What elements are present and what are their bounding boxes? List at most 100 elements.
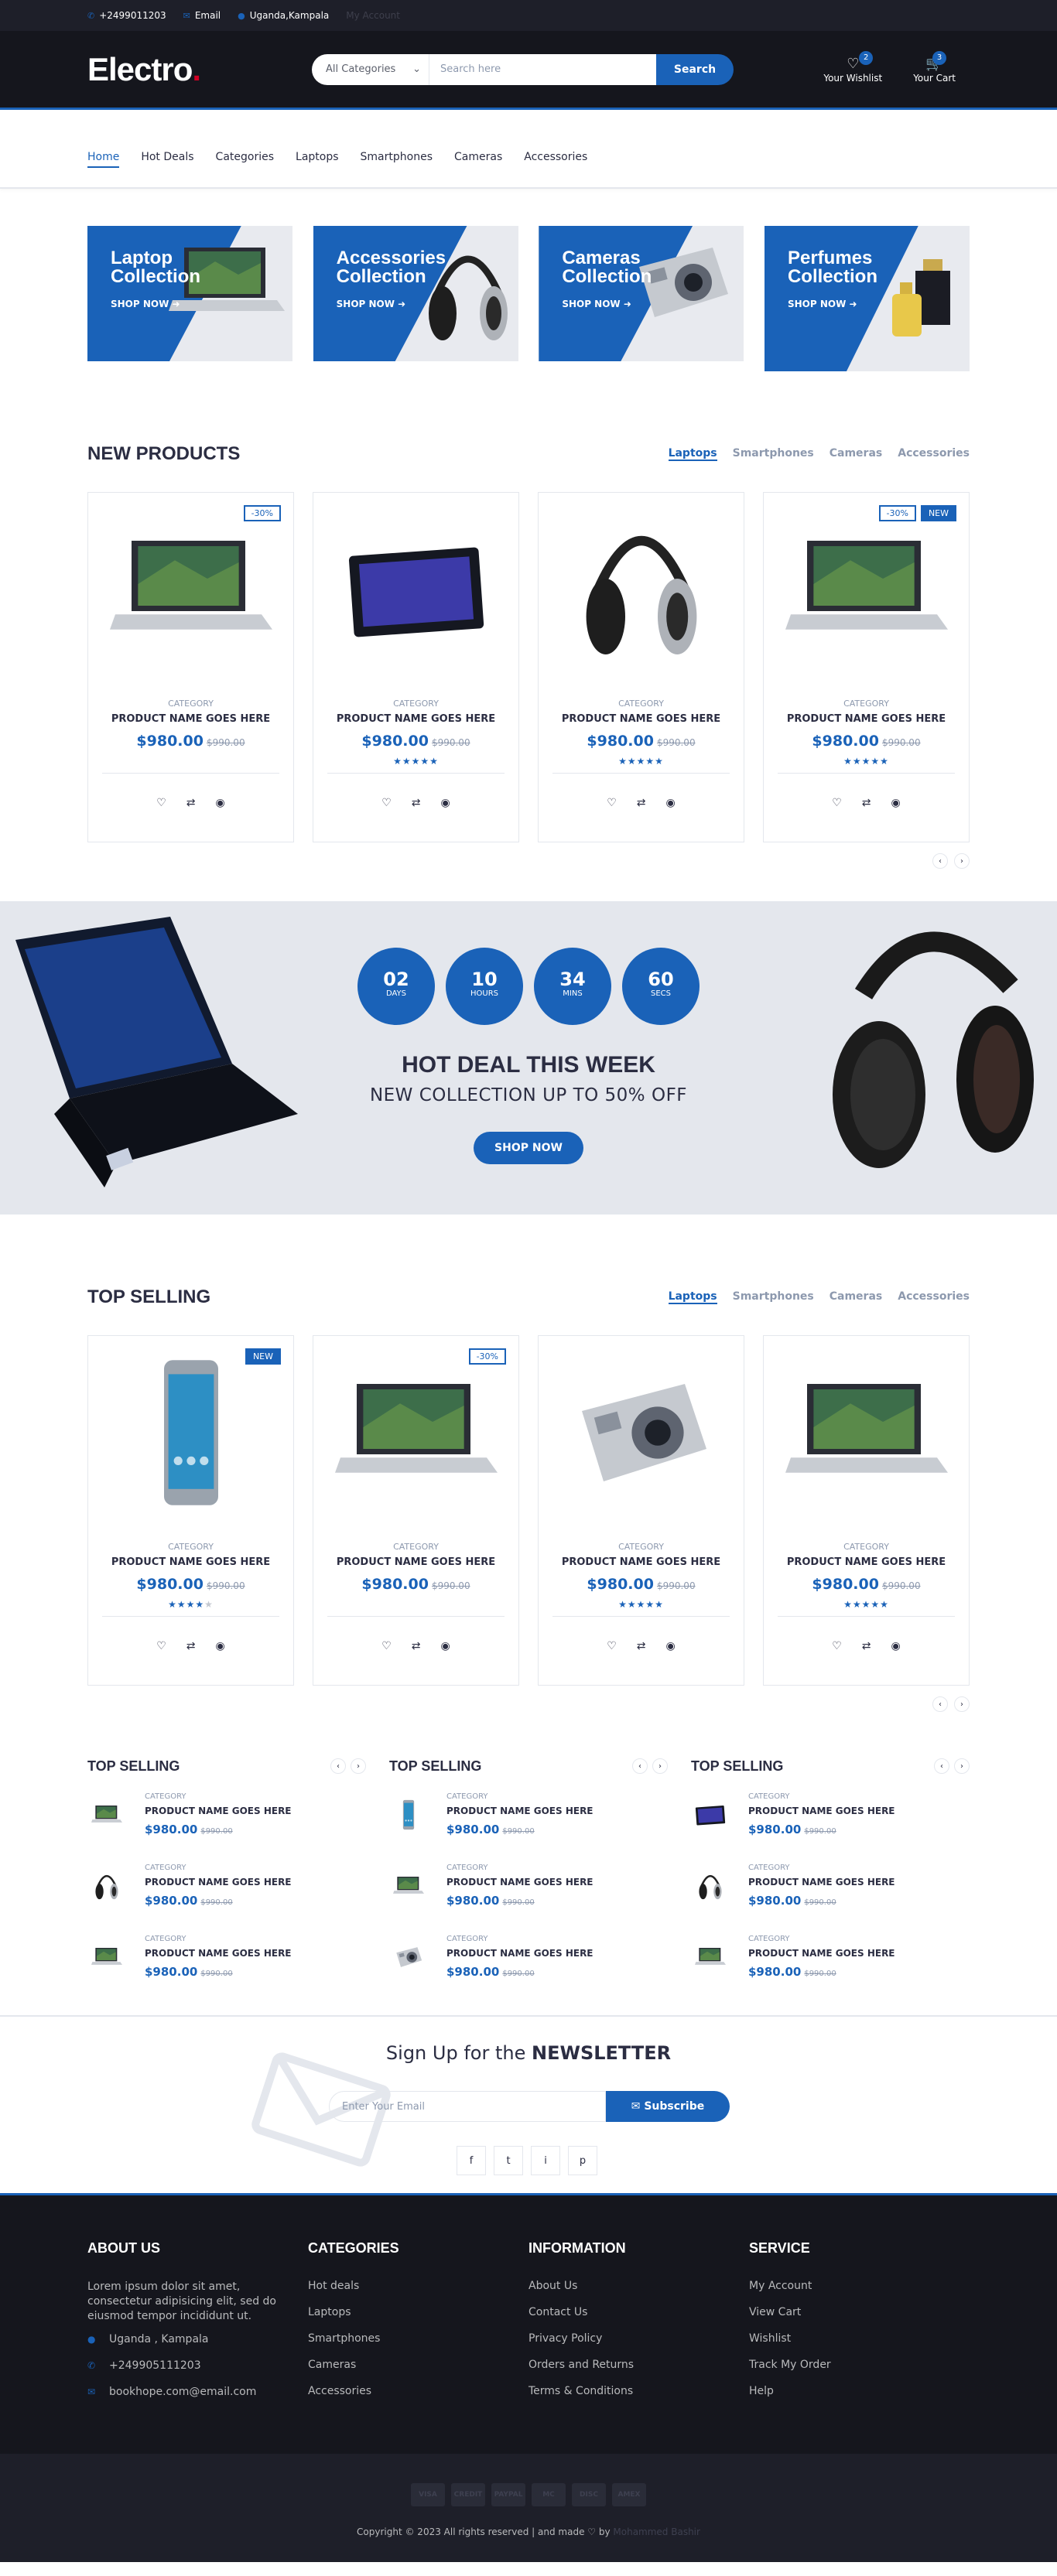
product-name[interactable]: PRODUCT NAME GOES HERE — [748, 1806, 895, 1816]
cart-button[interactable]: 🛒 3 Your Cart — [913, 50, 956, 84]
pinterest-icon[interactable]: p — [568, 2146, 597, 2175]
widget-product[interactable]: CATEGORY PRODUCT NAME GOES HERE $980.00 $99… — [691, 1935, 970, 1989]
product-image[interactable] — [764, 493, 969, 686]
product-name[interactable]: PRODUCT NAME GOES HERE — [145, 1877, 292, 1888]
tab-smartphones[interactable]: Smartphones — [733, 1290, 814, 1304]
nav-laptops[interactable]: Laptops — [296, 151, 339, 168]
twitter-icon[interactable]: t — [494, 2146, 523, 2175]
eye-icon[interactable]: ◉ — [441, 1640, 450, 1652]
eye-icon[interactable]: ◉ — [441, 797, 450, 809]
next-arrow-icon[interactable]: › — [652, 1758, 668, 1774]
product-card[interactable]: -30% CATEGORY PRODUCT NAME GOES HERE $980.0… — [313, 1335, 519, 1686]
product-card[interactable]: CATEGORY PRODUCT NAME GOES HERE $980.00 $99… — [538, 1335, 744, 1686]
credit-link[interactable]: Mohammed Bashir — [613, 2526, 700, 2537]
prev-arrow-icon[interactable]: ‹ — [932, 1696, 948, 1712]
product-name[interactable]: PRODUCT NAME GOES HERE — [102, 1556, 279, 1568]
compare-icon[interactable]: ⇄ — [862, 1640, 871, 1652]
widget-product[interactable]: CATEGORY PRODUCT NAME GOES HERE $980.00 $99… — [691, 1792, 970, 1847]
account-link[interactable]: My Account — [346, 10, 400, 21]
product-name[interactable]: PRODUCT NAME GOES HERE — [102, 713, 279, 725]
footer-link[interactable]: Cameras — [308, 2359, 528, 2371]
product-image[interactable] — [88, 1336, 293, 1529]
footer-link[interactable]: Accessories — [308, 2385, 528, 2397]
product-card[interactable]: CATEGORY PRODUCT NAME GOES HERE $980.00 $99… — [313, 492, 519, 842]
instagram-icon[interactable]: i — [531, 2146, 560, 2175]
nav-hot-deals[interactable]: Hot Deals — [141, 151, 193, 168]
heart-icon[interactable]: ♡ — [156, 797, 166, 809]
eye-icon[interactable]: ◉ — [216, 1640, 225, 1652]
product-name[interactable]: PRODUCT NAME GOES HERE — [778, 713, 955, 725]
eye-icon[interactable]: ◉ — [666, 797, 676, 809]
location-link[interactable]: ● Uganda,Kampala — [238, 10, 329, 21]
heart-icon[interactable]: ♡ — [156, 1640, 166, 1652]
tab-laptops[interactable]: Laptops — [668, 1290, 717, 1304]
next-arrow-icon[interactable]: › — [954, 1696, 970, 1712]
search-input[interactable]: Search here — [429, 53, 656, 85]
tab-smartphones[interactable]: Smartphones — [733, 447, 814, 461]
search-button[interactable]: Search — [656, 53, 734, 85]
prev-arrow-icon[interactable]: ‹ — [330, 1758, 346, 1774]
product-image[interactable] — [313, 493, 518, 686]
footer-link[interactable]: Terms & Conditions — [528, 2385, 749, 2397]
footer-link[interactable]: Privacy Policy — [528, 2332, 749, 2345]
widget-product[interactable]: CATEGORY PRODUCT NAME GOES HERE $980.00 $99… — [389, 1792, 668, 1847]
nav-home[interactable]: Home — [87, 151, 120, 168]
footer-email[interactable]: ✉ bookhope.com@email.com — [87, 2386, 308, 2398]
tab-accessories[interactable]: Accessories — [898, 447, 970, 461]
next-arrow-icon[interactable]: › — [954, 1758, 970, 1774]
eye-icon[interactable]: ◉ — [216, 797, 225, 809]
widget-product[interactable]: CATEGORY PRODUCT NAME GOES HERE $980.00 $99… — [691, 1864, 970, 1918]
compare-icon[interactable]: ⇄ — [186, 797, 196, 809]
wishlist-button[interactable]: ♡ 2 Your Wishlist — [823, 50, 882, 84]
collection-shop-now-link[interactable]: SHOP NOW ➜ — [788, 299, 857, 309]
widget-product[interactable]: CATEGORY PRODUCT NAME GOES HERE $980.00 $99… — [87, 1792, 366, 1847]
collection-card[interactable]: Accessories Collection SHOP NOW ➜ — [313, 226, 518, 361]
product-name[interactable]: PRODUCT NAME GOES HERE — [778, 1556, 955, 1568]
product-name[interactable]: PRODUCT NAME GOES HERE — [145, 1806, 292, 1816]
nav-categories[interactable]: Categories — [216, 151, 274, 168]
compare-icon[interactable]: ⇄ — [412, 797, 421, 809]
heart-icon[interactable]: ♡ — [607, 797, 617, 809]
widget-product[interactable]: CATEGORY PRODUCT NAME GOES HERE $980.00 $99… — [389, 1864, 668, 1918]
widget-product[interactable]: CATEGORY PRODUCT NAME GOES HERE $980.00 $99… — [87, 1935, 366, 1989]
footer-link[interactable]: Track My Order — [749, 2359, 970, 2371]
tab-accessories[interactable]: Accessories — [898, 1290, 970, 1304]
nav-smartphones[interactable]: Smartphones — [361, 151, 433, 168]
prev-arrow-icon[interactable]: ‹ — [932, 853, 948, 869]
nav-accessories[interactable]: Accessories — [524, 151, 587, 168]
footer-link[interactable]: About Us — [528, 2280, 749, 2292]
product-name[interactable]: PRODUCT NAME GOES HERE — [446, 1877, 593, 1888]
facebook-icon[interactable]: f — [457, 2146, 486, 2175]
prev-arrow-icon[interactable]: ‹ — [934, 1758, 949, 1774]
compare-icon[interactable]: ⇄ — [186, 1640, 196, 1652]
heart-icon[interactable]: ♡ — [381, 797, 392, 809]
product-name[interactable]: PRODUCT NAME GOES HERE — [327, 713, 505, 725]
product-name[interactable]: PRODUCT NAME GOES HERE — [748, 1948, 895, 1959]
product-image[interactable] — [539, 493, 744, 686]
tab-cameras[interactable]: Cameras — [830, 447, 883, 461]
footer-address[interactable]: ● Uganda , Kampala — [87, 2333, 308, 2345]
collection-card[interactable]: Laptop Collection SHOP NOW ➜ — [87, 226, 292, 361]
product-name[interactable]: PRODUCT NAME GOES HERE — [145, 1948, 292, 1959]
heart-icon[interactable]: ♡ — [607, 1640, 617, 1652]
widget-product[interactable]: CATEGORY PRODUCT NAME GOES HERE $980.00 $99… — [389, 1935, 668, 1989]
product-thumbnail[interactable] — [87, 1795, 126, 1834]
product-thumbnail[interactable] — [87, 1867, 126, 1905]
next-arrow-icon[interactable]: › — [954, 853, 970, 869]
product-thumbnail[interactable] — [691, 1795, 730, 1834]
product-thumbnail[interactable] — [389, 1938, 428, 1976]
footer-link[interactable]: Laptops — [308, 2306, 528, 2318]
newsletter-email-input[interactable]: Enter Your Email — [329, 2091, 606, 2122]
heart-icon[interactable]: ♡ — [381, 1640, 392, 1652]
category-select[interactable]: All Categories ⌄ — [312, 53, 429, 85]
product-thumbnail[interactable] — [87, 1938, 126, 1976]
compare-icon[interactable]: ⇄ — [637, 797, 646, 809]
product-name[interactable]: PRODUCT NAME GOES HERE — [552, 713, 730, 725]
widget-product[interactable]: CATEGORY PRODUCT NAME GOES HERE $980.00 $99… — [87, 1864, 366, 1918]
product-card[interactable]: CATEGORY PRODUCT NAME GOES HERE $980.00 $99… — [538, 492, 744, 842]
product-thumbnail[interactable] — [691, 1938, 730, 1976]
eye-icon[interactable]: ◉ — [891, 1640, 901, 1652]
eye-icon[interactable]: ◉ — [891, 797, 901, 809]
product-thumbnail[interactable] — [691, 1867, 730, 1905]
product-image[interactable] — [539, 1336, 744, 1529]
